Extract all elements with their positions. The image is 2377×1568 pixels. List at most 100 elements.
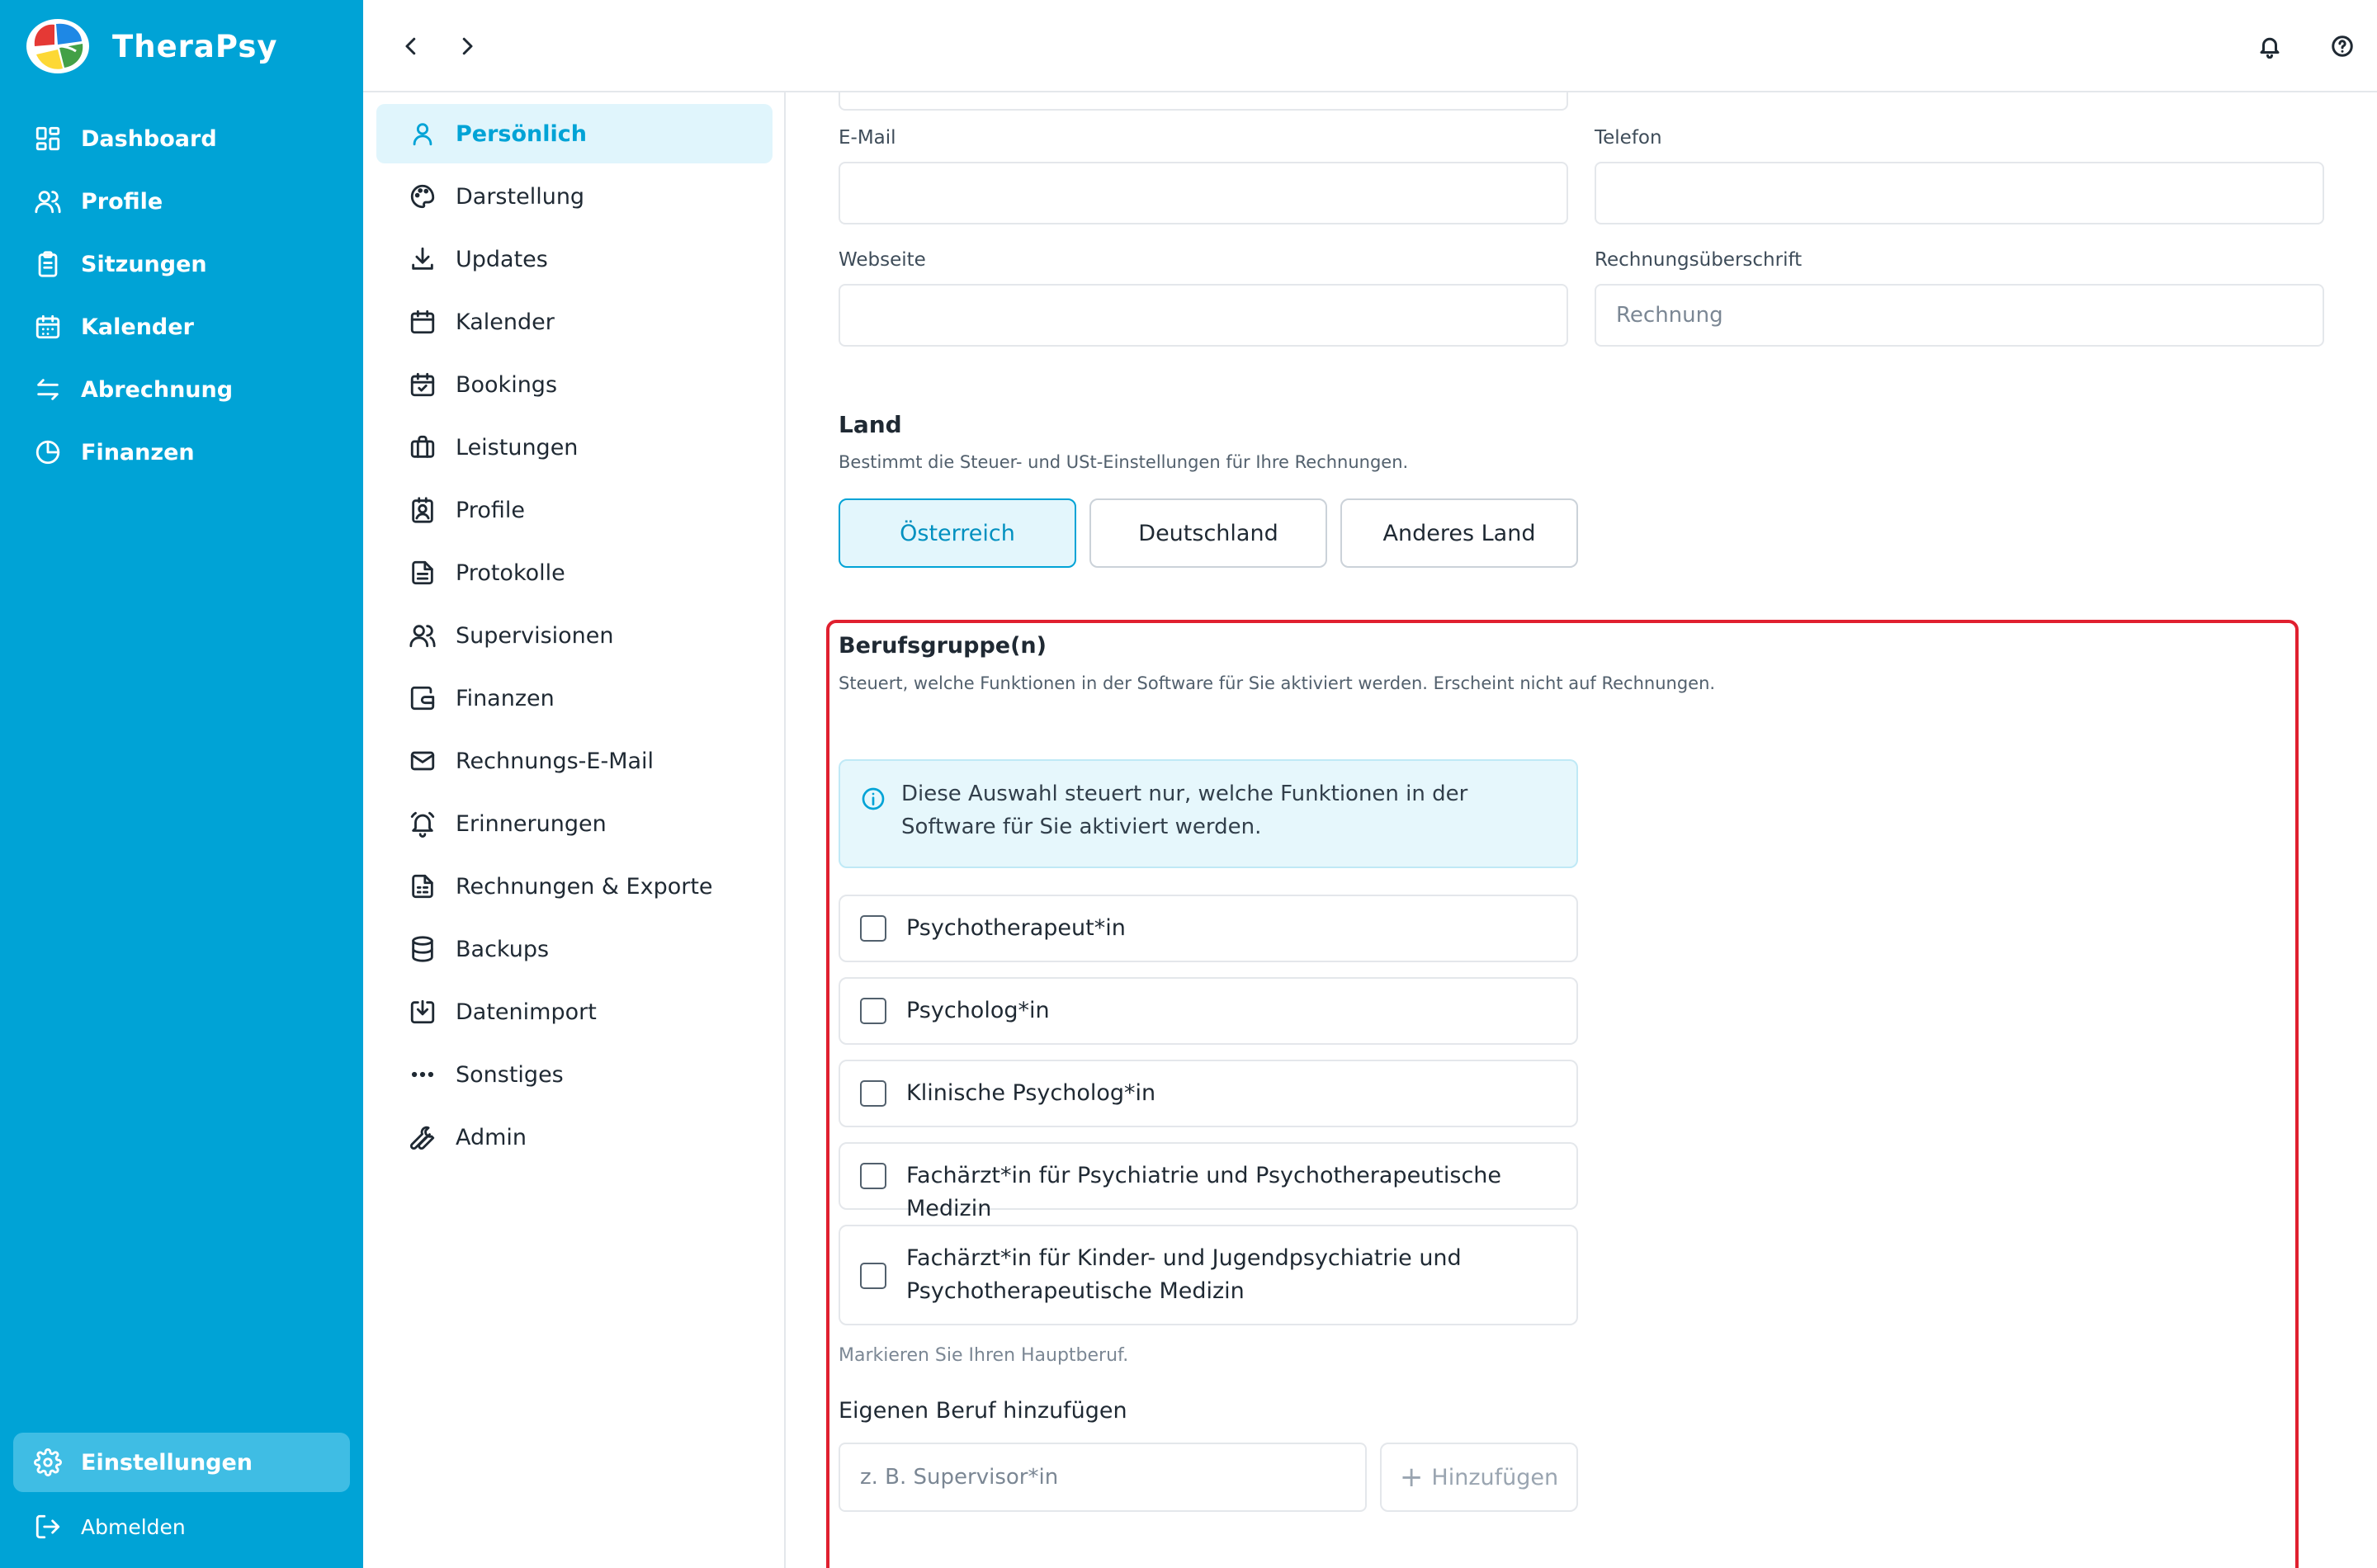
settings-item-protokolle[interactable]: Protokolle bbox=[376, 543, 773, 602]
help-circle-icon bbox=[2332, 35, 2353, 57]
settings-item-label: Protokolle bbox=[456, 560, 565, 586]
import-icon bbox=[408, 997, 437, 1027]
calendar-icon bbox=[408, 307, 437, 337]
info-text: Diese Auswahl steuert nur, welche Funkti… bbox=[901, 782, 1468, 839]
profession-option-klinische-psycholog[interactable]: Klinische Psycholog*in bbox=[839, 1060, 1578, 1127]
chevron-left-icon bbox=[405, 37, 416, 55]
nav-item-label: Einstellungen bbox=[81, 1449, 253, 1476]
checkbox[interactable] bbox=[860, 998, 886, 1024]
settings-item-updates[interactable]: Updates bbox=[376, 229, 773, 289]
pie-chart-icon bbox=[33, 437, 63, 467]
settings-item-label: Backups bbox=[456, 936, 550, 962]
website-label: Webseite bbox=[839, 249, 926, 271]
wallet-icon bbox=[408, 683, 437, 713]
nav-item-finanzen[interactable]: Finanzen bbox=[0, 421, 363, 484]
email-label: E-Mail bbox=[839, 127, 896, 149]
settings-item-label: Erinnerungen bbox=[456, 810, 607, 837]
help-button[interactable] bbox=[2323, 26, 2362, 66]
settings-item-label: Bookings bbox=[456, 371, 558, 398]
settings-item-label: Datenimport bbox=[456, 999, 597, 1025]
settings-item-label: Admin bbox=[456, 1124, 527, 1150]
document-icon bbox=[408, 558, 437, 588]
profession-option-label: Fachärzt*in für Kinder- und Jugendpsychi… bbox=[906, 1245, 1462, 1304]
settings-item-label: Kalender bbox=[456, 309, 555, 335]
logout-button[interactable]: Abmelden bbox=[13, 1502, 350, 1551]
checkbox[interactable] bbox=[860, 1080, 886, 1107]
nav-item-label: Finanzen bbox=[81, 439, 195, 465]
settings-item-label: Sonstiges bbox=[456, 1061, 564, 1088]
settings-item-sonstiges[interactable]: Sonstiges bbox=[376, 1045, 773, 1104]
profession-option-psycholog[interactable]: Psycholog*in bbox=[839, 977, 1578, 1045]
profession-subtitle: Steuert, welche Funktionen in der Softwa… bbox=[839, 673, 1716, 693]
calendar-check-icon bbox=[408, 370, 437, 399]
website-field[interactable] bbox=[839, 284, 1568, 347]
wrench-icon bbox=[408, 1122, 437, 1152]
scrolled-field-top[interactable] bbox=[839, 92, 1568, 111]
checkbox[interactable] bbox=[860, 915, 886, 942]
chevron-right-icon bbox=[462, 37, 473, 55]
users-icon bbox=[33, 187, 63, 216]
settings-item-admin[interactable]: Admin bbox=[376, 1108, 773, 1167]
app-sidebar: TheraPsy Dashboard Profile Sitzungen Kal… bbox=[0, 0, 363, 1568]
invoice-heading-field[interactable] bbox=[1595, 284, 2324, 347]
custom-profession-input[interactable] bbox=[839, 1443, 1367, 1512]
add-profession-button[interactable]: + Hinzufügen bbox=[1380, 1443, 1578, 1512]
country-option-oesterreich[interactable]: Österreich bbox=[839, 498, 1076, 568]
settings-item-label: Supervisionen bbox=[456, 622, 614, 649]
settings-item-rechnungs-email[interactable]: Rechnungs-E-Mail bbox=[376, 731, 773, 791]
settings-item-datenimport[interactable]: Datenimport bbox=[376, 982, 773, 1041]
settings-item-bookings[interactable]: Bookings bbox=[376, 355, 773, 414]
forward-button[interactable] bbox=[447, 26, 487, 66]
settings-item-supervisionen[interactable]: Supervisionen bbox=[376, 606, 773, 665]
settings-item-finanzen[interactable]: Finanzen bbox=[376, 668, 773, 728]
country-option-deutschland[interactable]: Deutschland bbox=[1089, 498, 1327, 568]
settings-item-label: Rechnungen & Exporte bbox=[456, 873, 713, 900]
country-option-anderes-land[interactable]: Anderes Land bbox=[1340, 498, 1578, 568]
sidebar-bottom: Einstellungen Abmelden bbox=[13, 1433, 350, 1551]
nav-item-sitzungen[interactable]: Sitzungen bbox=[0, 233, 363, 295]
profession-option-facharzt-psychiatrie[interactable]: Fachärzt*in für Psychiatrie und Psychoth… bbox=[839, 1142, 1578, 1221]
nav-item-label: Kalender bbox=[81, 314, 194, 340]
app-name: TheraPsy bbox=[112, 28, 278, 64]
brand[interactable]: TheraPsy bbox=[25, 17, 278, 76]
settings-item-erinnerungen[interactable]: Erinnerungen bbox=[376, 794, 773, 853]
user-icon bbox=[408, 119, 437, 149]
nav-item-einstellungen[interactable]: Einstellungen bbox=[13, 1433, 350, 1492]
profession-option-facharzt-kinder-jugend[interactable]: Fachärzt*in für Kinder- und Jugendpsychi… bbox=[839, 1225, 1578, 1325]
nav-item-kalender[interactable]: Kalender bbox=[0, 295, 363, 358]
more-horizontal-icon bbox=[408, 1060, 437, 1089]
settings-item-label: Updates bbox=[456, 246, 548, 272]
back-button[interactable] bbox=[391, 26, 431, 66]
profession-option-psychotherapeut[interactable]: Psychotherapeut*in bbox=[839, 895, 1578, 962]
notifications-button[interactable] bbox=[2250, 26, 2290, 66]
profession-option-label: Klinische Psycholog*in bbox=[906, 1080, 1156, 1106]
profession-hint: Markieren Sie Ihren Hauptberuf. bbox=[839, 1345, 1129, 1366]
settings-item-darstellung[interactable]: Darstellung bbox=[376, 167, 773, 226]
checkbox[interactable] bbox=[860, 1263, 886, 1289]
nav-item-abrechnung[interactable]: Abrechnung bbox=[0, 358, 363, 421]
contact-card-icon bbox=[408, 495, 437, 525]
add-profession-label: Hinzufügen bbox=[1431, 1464, 1559, 1490]
nav-item-label: Profile bbox=[81, 188, 163, 215]
download-icon bbox=[408, 244, 437, 274]
settings-item-profile[interactable]: Profile bbox=[376, 480, 773, 540]
plus-icon: + bbox=[1399, 1461, 1424, 1494]
gear-icon bbox=[33, 1448, 63, 1477]
checkbox[interactable] bbox=[860, 1163, 886, 1189]
settings-item-backups[interactable]: Backups bbox=[376, 919, 773, 979]
nav-item-dashboard[interactable]: Dashboard bbox=[0, 107, 363, 170]
top-bar bbox=[363, 0, 2377, 92]
settings-item-kalender[interactable]: Kalender bbox=[376, 292, 773, 352]
database-icon bbox=[408, 934, 437, 964]
settings-item-label: Rechnungs-E-Mail bbox=[456, 748, 655, 774]
country-title: Land bbox=[839, 411, 902, 438]
nav-item-profile[interactable]: Profile bbox=[0, 170, 363, 233]
phone-field[interactable] bbox=[1595, 162, 2324, 224]
email-field[interactable] bbox=[839, 162, 1568, 224]
settings-item-leistungen[interactable]: Leistungen bbox=[376, 418, 773, 477]
phone-label: Telefon bbox=[1595, 127, 1662, 149]
palette-icon bbox=[408, 182, 437, 211]
settings-item-rechnungen-exporte[interactable]: Rechnungen & Exporte bbox=[376, 857, 773, 916]
arrows-exchange-icon bbox=[33, 375, 63, 404]
settings-item-persoenlich[interactable]: Persönlich bbox=[376, 104, 773, 163]
